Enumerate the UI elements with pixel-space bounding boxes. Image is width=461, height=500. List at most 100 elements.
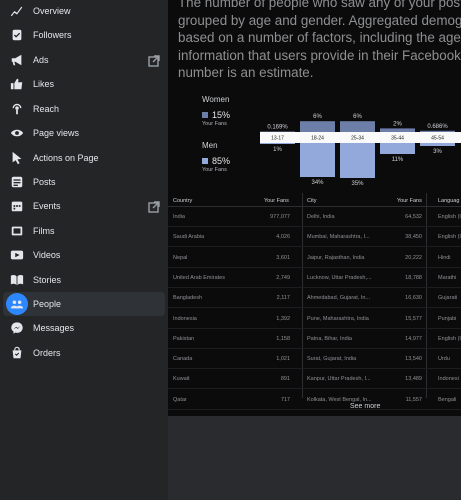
country-fans-cell: 717	[280, 396, 290, 403]
sidebar-item-people[interactable]: People	[3, 292, 165, 316]
table-row: Bangladesh 2,117 Ahmedabad, Gujarat, In...…	[168, 288, 461, 309]
sidebar-item-overview[interactable]: Overview	[3, 0, 165, 23]
table-row: Qatar 717 Kolkata, West Bengal, In... 11,55…	[168, 390, 461, 410]
header-city: City	[307, 198, 317, 204]
women-value-label: 0.686%	[427, 124, 448, 130]
sidebar-item-posts[interactable]: Posts	[3, 170, 165, 194]
table-header: Country Your Fans City Your Fans Languag	[168, 193, 461, 207]
sidebar-item-label: Overview	[33, 6, 71, 16]
table-row: United Arab Emirates 2,749 Lucknow, Uttar …	[168, 268, 461, 288]
age-tick-label: 45-54	[431, 136, 444, 142]
sidebar-item-label: Page views	[33, 128, 80, 138]
sidebar-item-label: Stories	[33, 275, 62, 285]
city-fans-cell: 15,577	[405, 315, 422, 322]
sidebar-item-label: Messages	[33, 323, 75, 333]
language-cell: English (I	[438, 214, 461, 220]
description-line: The number of people who saw any of your…	[178, 0, 461, 10]
city-fans-cell: 16,630	[405, 295, 422, 302]
people-icon	[6, 293, 28, 315]
age-tick-label: 35-44	[391, 136, 404, 142]
men-value-label: 34%	[311, 180, 324, 186]
city-fans-cell: 64,532	[405, 214, 422, 220]
description-text: The number of people who saw any of your…	[178, 0, 461, 82]
language-cell: Bengali	[438, 396, 457, 403]
sidebar-item-label: Orders	[33, 348, 61, 358]
city-fans-cell: 20,222	[405, 254, 422, 261]
city-fans-cell: 13,489	[405, 376, 422, 383]
sidebar-item-label: Likes	[33, 79, 55, 89]
country-fans-cell: 1,021	[276, 356, 290, 363]
sidebar-item-films[interactable]: Films	[3, 219, 165, 243]
women-value-label: 6%	[313, 114, 322, 120]
header-country: Country	[173, 198, 193, 204]
sidebar-item-followers[interactable]: Followers	[3, 23, 165, 47]
sidebar-item-reach[interactable]: Reach	[3, 97, 165, 121]
men-value-label: 1%	[273, 147, 282, 153]
age-tick-label: 18-24	[311, 136, 324, 142]
country-fans-cell: 1,392	[276, 315, 290, 322]
language-cell: English (I	[438, 234, 461, 241]
age-tick-label: 25-34	[351, 136, 364, 142]
men-bar	[300, 143, 335, 177]
sidebar-item-actions-on-page[interactable]: Actions on Page	[3, 146, 165, 170]
sidebar-item-events[interactable]: Events	[3, 194, 165, 218]
table-row: Saudi Arabia 4,026 Mumbai, Maharashtra, I.…	[168, 227, 461, 248]
men-bar	[380, 143, 415, 154]
calendar-icon	[6, 195, 28, 217]
header-language: Languag	[438, 198, 460, 204]
table-row: India 977,077 Delhi, India 64,532 English (I	[168, 207, 461, 227]
women-value-label: 6%	[353, 114, 362, 120]
country-fans-cell: 2,117	[276, 295, 290, 302]
sidebar-item-orders[interactable]: Orders	[3, 341, 165, 365]
messenger-icon	[6, 317, 28, 339]
women-value-label: 2%	[393, 121, 402, 127]
header-your-fans: Your Fans	[264, 198, 289, 204]
men-bar	[340, 143, 375, 178]
city-fans-cell: 38,450	[405, 234, 422, 241]
table-row: Kuwait 891 Kanpur, Uttar Pradesh, I... 13,4…	[168, 369, 461, 390]
language-cell: Hindi	[438, 254, 451, 261]
external-link-icon	[148, 54, 160, 67]
country-fans-cell: 977,077	[270, 214, 290, 220]
sidebar-item-label: Ads	[33, 55, 49, 65]
men-value-label: 3%	[433, 149, 442, 155]
description-line: based on a number of factors, including …	[178, 30, 461, 45]
city-fans-cell: 11,557	[405, 396, 422, 403]
sidebar-item-label: Reach	[33, 104, 60, 114]
language-cell: Punjabi	[438, 315, 457, 322]
cursor-icon	[6, 147, 28, 169]
country-fans-cell: 4,026	[276, 234, 290, 241]
description-line: grouped by age and gender. Aggregated de…	[178, 12, 461, 28]
men-bar	[260, 143, 295, 144]
eye-icon	[6, 122, 28, 144]
description-line: information that users provide in their …	[178, 47, 461, 63]
women-bar	[260, 131, 295, 132]
sidebar-item-likes[interactable]: Likes	[3, 72, 165, 96]
sidebar-item-stories[interactable]: Stories	[3, 268, 165, 292]
thumbs-up-icon	[6, 73, 28, 95]
see-more-link[interactable]: See more	[350, 403, 380, 410]
sidebar-item-label: Posts	[33, 177, 56, 187]
women-bar	[420, 130, 455, 132]
women-value-label: 0.169%	[267, 125, 288, 131]
men-value-label: 11%	[392, 157, 404, 163]
sidebar: Overview Followers Ads Likes Reach Page …	[0, 0, 168, 500]
sidebar-item-ads[interactable]: Ads	[3, 48, 165, 72]
city-fans-cell: 13,540	[405, 356, 422, 363]
description-line: number is an estimate.	[178, 65, 314, 80]
sidebar-item-label: Followers	[33, 30, 72, 40]
table-row: Indonesia 1,392 Pune, Maharashtra, India 15…	[168, 309, 461, 329]
sidebar-item-messages[interactable]: Messages	[3, 316, 165, 340]
sidebar-item-videos[interactable]: Videos	[3, 243, 165, 267]
sidebar-item-page-views[interactable]: Page views	[3, 121, 165, 145]
country-fans-cell: 3,601	[276, 254, 290, 261]
orders-icon	[6, 342, 28, 364]
country-fans-cell: 1,158	[276, 335, 290, 342]
header-your-fans: Your Fans	[397, 198, 422, 204]
sidebar-item-label: Events	[33, 201, 61, 211]
posts-icon	[6, 171, 28, 193]
sidebar-item-label: People	[33, 299, 62, 309]
age-tick-label: 13-17	[271, 136, 284, 142]
men-value-label: 35%	[351, 181, 364, 187]
external-link-icon	[148, 200, 160, 213]
